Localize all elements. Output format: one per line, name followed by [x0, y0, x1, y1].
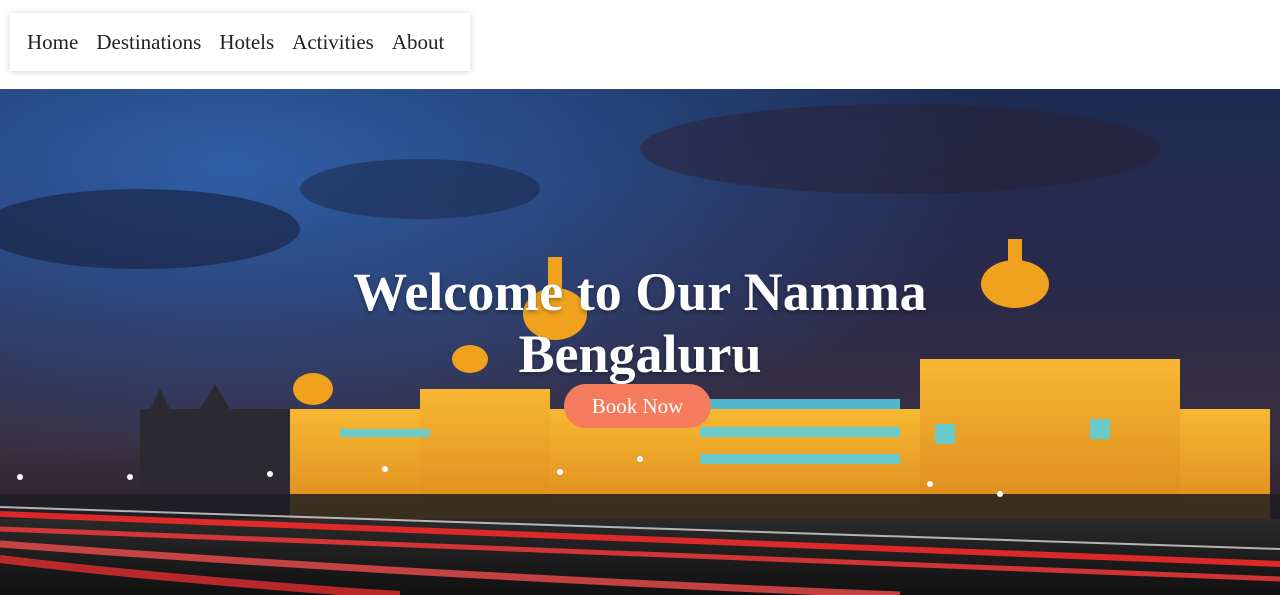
hero-title: Welcome to Our Namma Bengaluru [353, 262, 927, 384]
nav-item-activities[interactable]: Activities [292, 30, 374, 55]
nav-item-destinations[interactable]: Destinations [96, 30, 201, 55]
nav-item-home[interactable]: Home [27, 30, 78, 55]
nav-item-hotels[interactable]: Hotels [219, 30, 274, 55]
main-nav: Home Destinations Hotels Activities Abou… [10, 13, 470, 71]
header-bar: Home Destinations Hotels Activities Abou… [0, 0, 1280, 89]
hero-section: Welcome to Our Namma Bengaluru Book Now [0, 89, 1280, 595]
book-now-button[interactable]: Book Now [564, 384, 711, 428]
nav-item-about[interactable]: About [392, 30, 445, 55]
